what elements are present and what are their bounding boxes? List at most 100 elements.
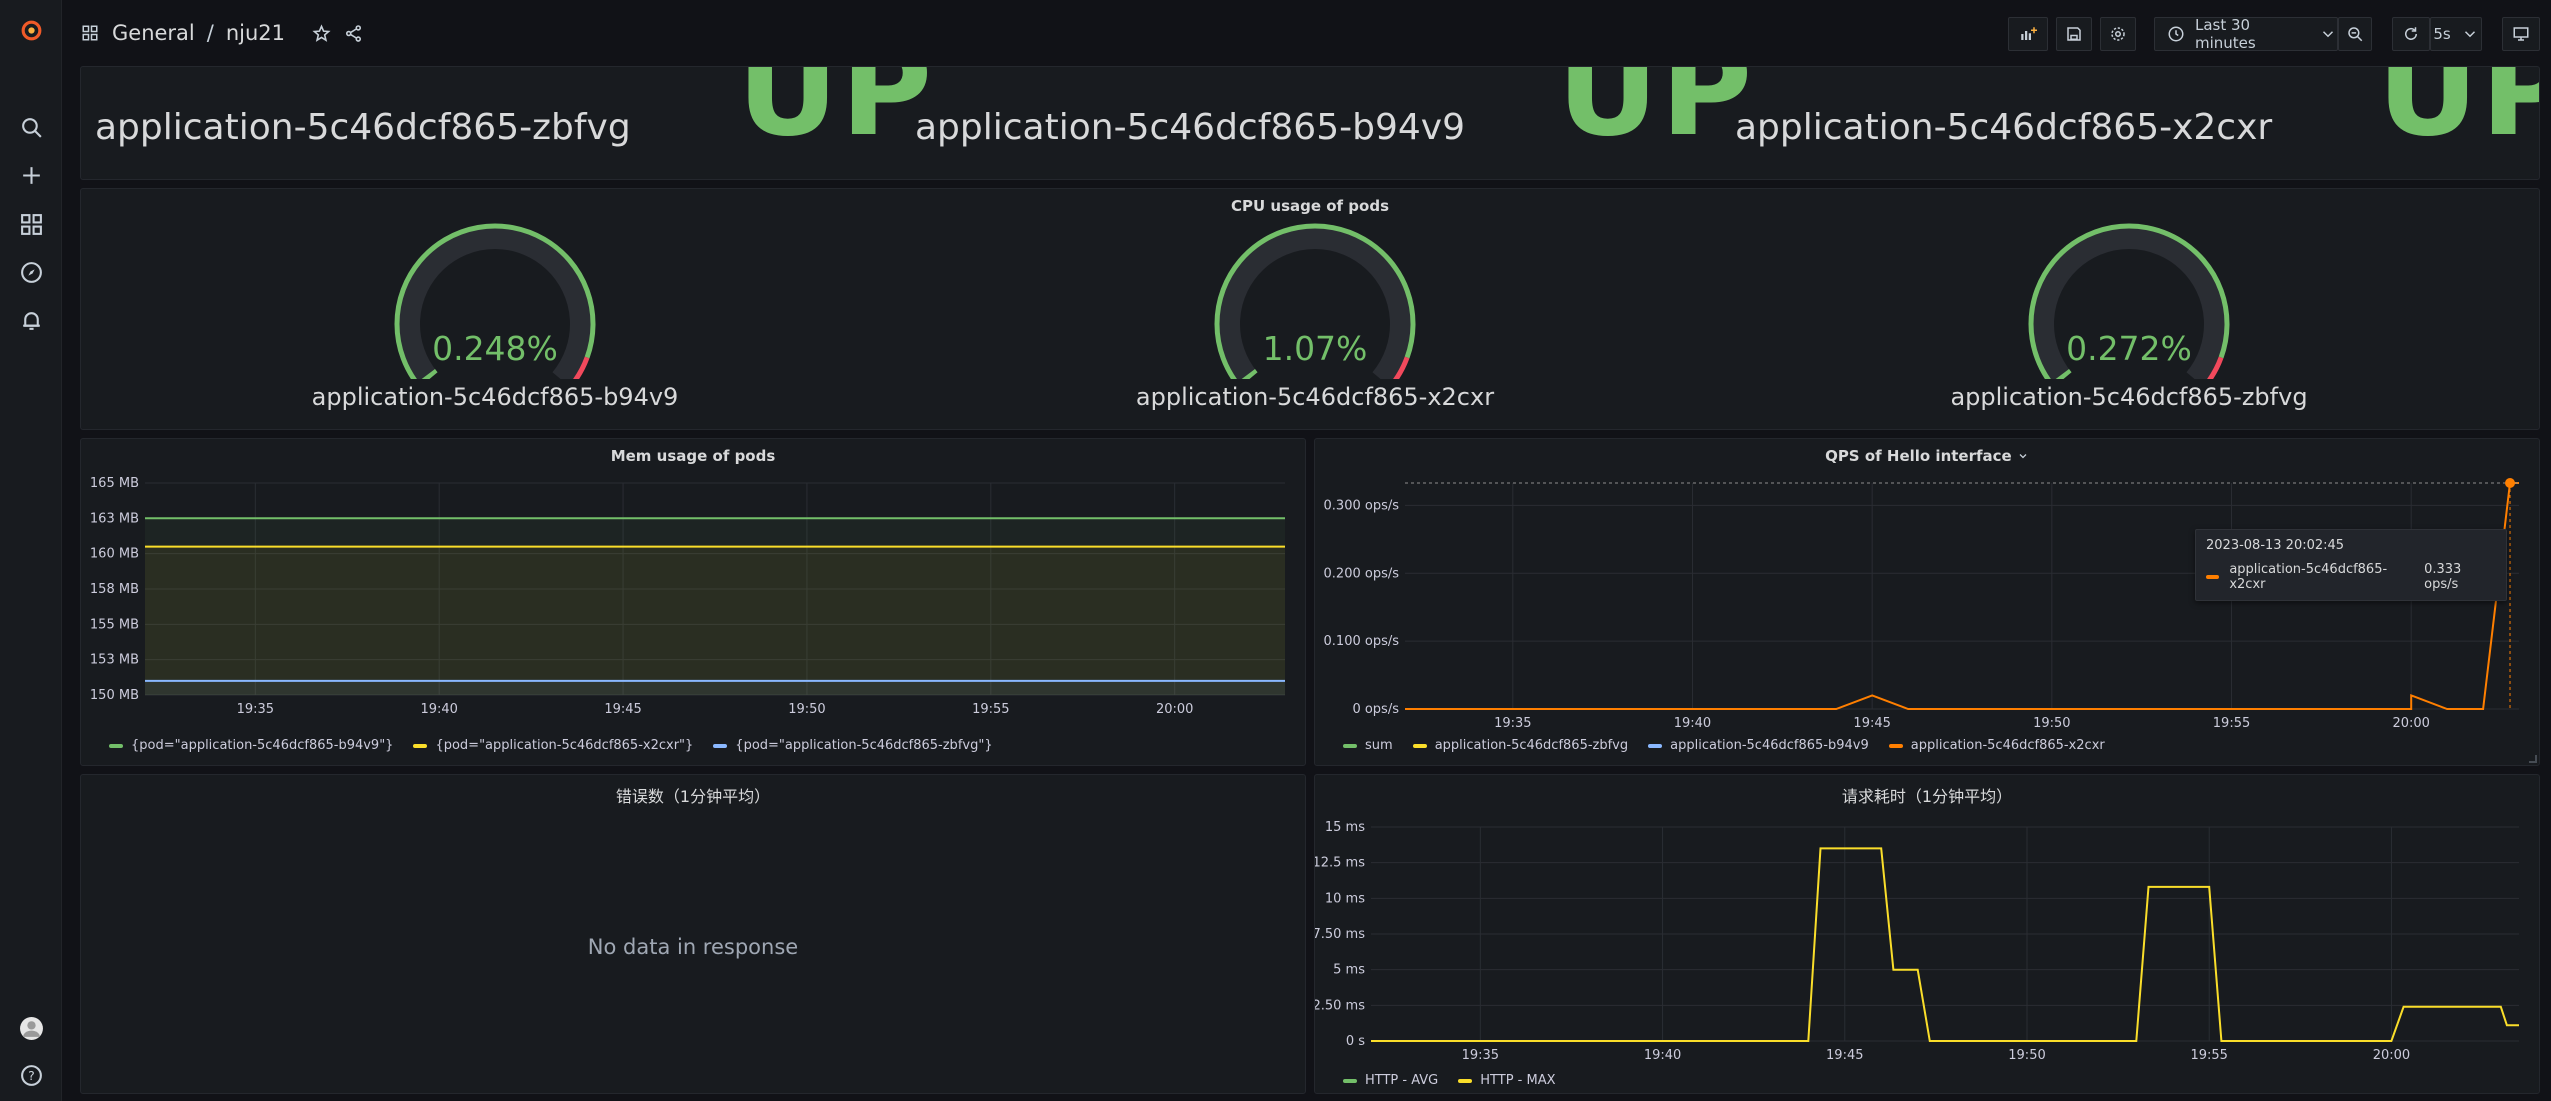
gauge-label: application-5c46dcf865-b94v9 [311,383,679,411]
y-tick-label: 160 MB [90,547,139,562]
tooltip-value: 0.333 ops/s [2424,562,2462,592]
stat-item: application-5c46dcf865-b94v9 UP [901,67,1752,177]
legend-item[interactable]: HTTP - MAX [1458,1073,1556,1088]
add-panel-button[interactable] [2008,17,2048,51]
x-tick-label: 19:55 [2190,1048,2227,1063]
legend-item[interactable]: {pod="application-5c46dcf865-zbfvg"} [713,738,993,753]
zoom-out-button[interactable] [2338,17,2372,51]
x-tick-label: 19:50 [2008,1048,2045,1063]
legend-item[interactable]: application-5c46dcf865-zbfvg [1412,738,1629,753]
refresh-interval-label: 5s [2433,25,2451,43]
x-tick-label: 19:40 [1674,716,1711,729]
dashboards-icon[interactable] [13,206,49,242]
legend-item[interactable]: {pod="application-5c46dcf865-x2cxr"} [413,738,693,753]
x-tick-label: 19:55 [2213,716,2250,729]
legend-item[interactable]: sum [1343,738,1393,753]
y-tick-label: 12.5 ms [1315,856,1365,871]
gauge-label: application-5c46dcf865-x2cxr [1135,383,1495,411]
x-tick-label: 20:00 [2392,716,2429,729]
y-tick-label: 155 MB [90,617,139,632]
series-area [145,546,1285,695]
request-latency-panel: 请求耗时（1分钟平均） 0 s 2.50 ms 5 ms 7.50 ms 10 ms 12… [1314,774,2540,1094]
legend-item[interactable]: application-5c46dcf865-b94v9 [1648,738,1869,753]
dashboards-icon [80,23,100,43]
help-icon[interactable]: ? [13,1057,49,1093]
top-navbar: General / nju21 Last 30 minutes 5s [62,0,2551,66]
y-tick-label: 158 MB [90,582,139,597]
stat-value: UP [2377,66,2539,164]
x-tick-label: 19:50 [2033,716,2070,729]
chevron-down-icon [2319,25,2337,43]
x-tick-label: 19:40 [1644,1048,1681,1063]
y-tick-label: 0.200 ops/s [1324,566,1400,581]
y-tick-label: 163 MB [90,511,139,526]
cpu-usage-panel: CPU usage of pods 0.248% application-5c4… [80,188,2540,430]
tooltip-series: application-5c46dcf865-x2cxr [2229,562,2388,592]
gauge-value-bar [421,368,438,379]
search-icon[interactable] [13,109,49,145]
time-range-label: Last 30 minutes [2195,16,2256,52]
legend-swatch [1888,743,1903,748]
x-tick-label: 19:35 [1494,716,1531,729]
cpu-gauge: 0.248% application-5c46dcf865-b94v9 [285,189,705,429]
x-tick-label: 19:50 [788,702,825,717]
legend: {pod="application-5c46dcf865-b94v9"} {po… [109,738,993,753]
time-picker-button[interactable]: Last 30 minutes [2154,16,2338,52]
gauge-value-bar [2055,368,2072,379]
star-icon[interactable] [311,23,331,43]
stat-pod-name: application-5c46dcf865-x2cxr [1735,107,2273,148]
breadcrumb-folder[interactable]: General [112,21,195,45]
refresh-button[interactable] [2392,17,2430,51]
legend-item[interactable]: {pod="application-5c46dcf865-b94v9"} [109,738,393,753]
y-tick-label: 0 s [1346,1034,1365,1049]
legend-item[interactable]: application-5c46dcf865-x2cxr [1888,738,2105,753]
series-area [145,680,1285,695]
pod-status-panel: application-5c46dcf865-zbfvg UP applicat… [80,66,2540,180]
refresh-interval-picker[interactable]: 5s [2430,17,2482,51]
panel-title[interactable]: 错误数（1分钟平均） [81,783,1305,807]
alerting-bell-icon[interactable] [13,302,49,338]
legend-swatch [1343,1078,1357,1083]
share-icon[interactable] [343,23,363,43]
clock-icon [2167,25,2185,43]
y-tick-label: 10 ms [1325,891,1365,906]
legend-item[interactable]: HTTP - AVG [1343,1073,1438,1088]
mem-usage-panel: Mem usage of pods 150 MB 153 MB 155 MB 158 … [80,438,1306,766]
stat-item: application-5c46dcf865-zbfvg UP [81,67,932,177]
legend-label: {pod="application-5c46dcf865-x2cxr"} [435,738,694,753]
legend-label: HTTP - MAX [1480,1073,1556,1088]
no-data-message: No data in response [587,935,799,959]
tv-mode-button[interactable] [2502,17,2540,51]
breadcrumb-dashboard[interactable]: nju21 [226,21,285,45]
legend: HTTP - AVG HTTP - MAX [1343,1073,1556,1088]
legend-swatch [1412,743,1427,748]
cpu-gauge: 0.272% application-5c46dcf865-zbfvg [1919,189,2339,429]
legend-label: HTTP - AVG [1365,1073,1439,1088]
settings-gear-button[interactable] [2100,17,2136,51]
gauge-value: 0.248% [432,329,558,368]
latency-graph[interactable]: 0 s 2.50 ms 5 ms 7.50 ms 10 ms 12.5 ms 15 ms 19… [1315,775,2541,1065]
legend-label: sum [1365,738,1393,753]
x-tick-label: 19:45 [1826,1048,1863,1063]
x-tick-label: 19:55 [972,702,1009,717]
stat-pod-name: application-5c46dcf865-b94v9 [915,107,1465,148]
x-tick-label: 19:35 [237,702,274,717]
panel-resize-handle[interactable] [2529,755,2537,763]
legend-swatch [109,743,123,748]
legend-label: {pod="application-5c46dcf865-zbfvg"} [735,738,993,753]
user-avatar-icon[interactable] [13,1010,49,1046]
save-dashboard-button[interactable] [2056,17,2092,51]
error-count-panel: 错误数（1分钟平均） No data in response [80,774,1306,1094]
series-line [1371,847,2519,1042]
plus-icon[interactable] [13,157,49,193]
legend-label: application-5c46dcf865-zbfvg [1434,738,1629,753]
grafana-logo-icon[interactable] [13,12,49,48]
hover-point [2505,478,2516,488]
gauge-value-bar [1241,368,1258,379]
mem-usage-graph[interactable]: 150 MB 153 MB 155 MB 158 MB 160 MB 163 MB 165 … [81,439,1307,729]
explore-compass-icon[interactable] [13,254,49,290]
y-tick-label: 153 MB [90,653,139,668]
graph-tooltip: 2023-08-13 20:02:45 application-5c46dcf8… [2195,529,2507,601]
legend-swatch [1648,743,1663,748]
legend-swatch [1458,1078,1473,1083]
